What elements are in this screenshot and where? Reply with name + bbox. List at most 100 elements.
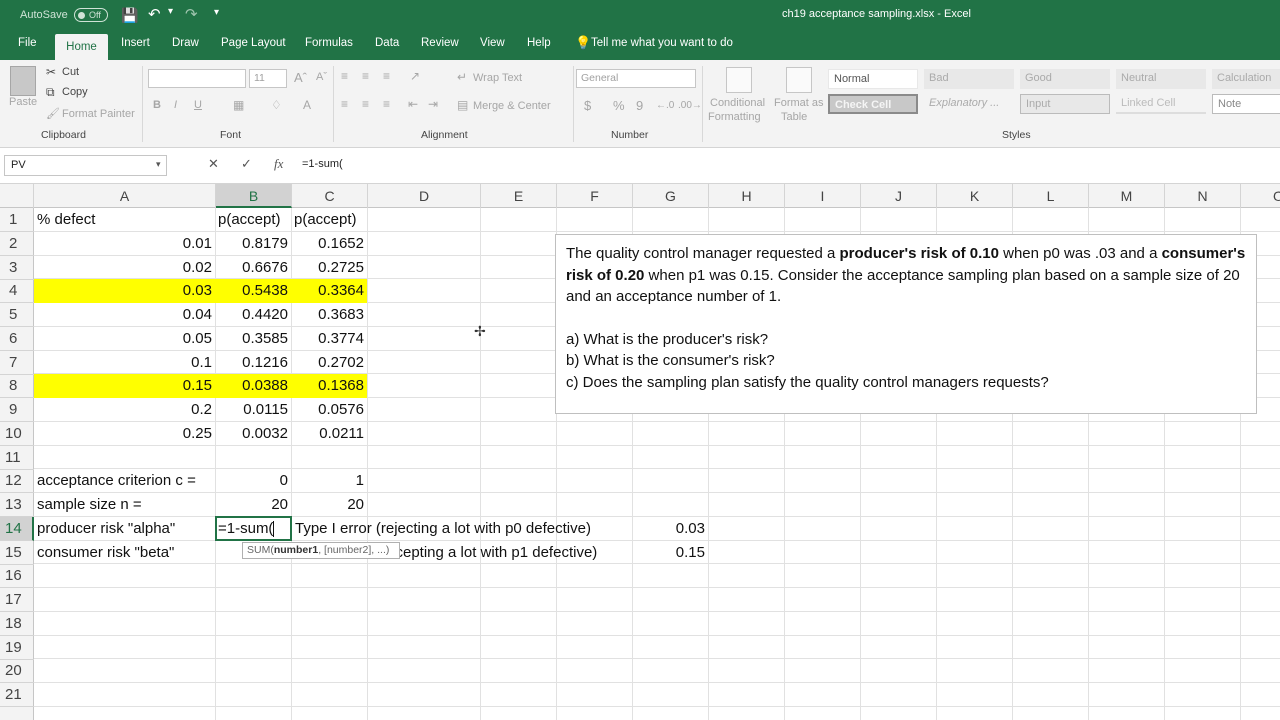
align-middle-icon[interactable]: ≡ [362, 69, 369, 83]
comma-button[interactable]: 9 [636, 98, 643, 113]
column-header-j[interactable]: J [861, 184, 937, 208]
cell-b10[interactable]: 0.0032 [215, 422, 291, 446]
column-header-c[interactable]: C [292, 184, 368, 208]
cell-a7[interactable]: 0.1 [34, 351, 215, 375]
row-header-13[interactable]: 13 [0, 493, 34, 517]
cell-c8[interactable]: 0.1368 [291, 374, 367, 398]
formula-input[interactable]: =1-sum( [302, 158, 343, 170]
column-header-a[interactable]: A [34, 184, 216, 208]
column-header-n[interactable]: N [1165, 184, 1241, 208]
row-header-4[interactable]: 4 [0, 279, 34, 303]
cell-a13[interactable]: sample size n = [34, 493, 215, 517]
column-header-i[interactable]: I [785, 184, 861, 208]
style-note[interactable]: Note [1212, 94, 1280, 114]
decrease-indent-icon[interactable]: ⇤ [408, 97, 418, 111]
borders-icon[interactable]: ▦ [233, 98, 244, 112]
tab-draw[interactable]: Draw [172, 37, 199, 49]
tab-file[interactable]: File [18, 37, 37, 49]
row-header-11[interactable]: 11 [0, 446, 34, 470]
underline-button[interactable]: U [194, 99, 202, 111]
column-header-d[interactable]: D [368, 184, 481, 208]
cell-c2[interactable]: 0.1652 [291, 232, 367, 256]
percent-button[interactable]: % [613, 98, 625, 113]
problem-text-box[interactable]: The quality control manager requested a … [555, 234, 1257, 414]
paste-button[interactable]: Paste [9, 96, 37, 108]
format-painter-button[interactable]: Format Painter [62, 108, 135, 120]
row-header-3[interactable]: 3 [0, 256, 34, 280]
number-format-combo[interactable]: General [576, 69, 696, 88]
row-header-14[interactable]: 14 [0, 517, 34, 541]
paste-icon[interactable] [10, 66, 36, 96]
tab-formulas[interactable]: Formulas [305, 37, 353, 49]
cell-a10[interactable]: 0.25 [34, 422, 215, 446]
style-bad[interactable]: Bad [924, 69, 1014, 89]
worksheet-grid[interactable]: % defect p(accept) p(accept) 0.01 0.8179… [34, 208, 1280, 720]
style-good[interactable]: Good [1020, 69, 1110, 89]
cell-g14[interactable]: 0.03 [632, 517, 708, 541]
undo-icon[interactable]: ↶ [148, 5, 161, 23]
cell-a2[interactable]: 0.01 [34, 232, 215, 256]
cell-a14[interactable]: producer risk "alpha" [34, 517, 215, 541]
style-calculation[interactable]: Calculation [1212, 69, 1280, 89]
wrap-text-button[interactable]: Wrap Text [473, 72, 522, 84]
style-linked-cell[interactable]: Linked Cell [1116, 94, 1206, 114]
orientation-icon[interactable]: ↗ [410, 69, 420, 83]
cell-b7[interactable]: 0.1216 [215, 351, 291, 375]
insert-function-icon[interactable]: fx [274, 156, 283, 172]
cell-c1[interactable]: p(accept) [291, 208, 367, 232]
tab-review[interactable]: Review [421, 37, 459, 49]
align-left-icon[interactable]: ≡ [341, 97, 348, 111]
tab-home[interactable]: Home [55, 34, 108, 60]
row-header-2[interactable]: 2 [0, 232, 34, 256]
cell-c4[interactable]: 0.3364 [291, 279, 367, 303]
fill-color-icon[interactable]: ♢ [271, 98, 282, 112]
formatting-label[interactable]: Formatting [708, 111, 761, 123]
merge-center-button[interactable]: Merge & Center [473, 100, 551, 112]
row-header-19[interactable]: 19 [0, 636, 34, 660]
conditional-label[interactable]: Conditional [710, 97, 765, 109]
tab-page-layout[interactable]: Page Layout [221, 37, 286, 49]
increase-decimal-icon[interactable]: ←.0 [656, 100, 674, 111]
row-header-5[interactable]: 5 [0, 303, 34, 327]
cell-b1[interactable]: p(accept) [215, 208, 291, 232]
column-header-f[interactable]: F [557, 184, 633, 208]
row-header-10[interactable]: 10 [0, 422, 34, 446]
cell-c5[interactable]: 0.3683 [291, 303, 367, 327]
undo-dropdown-icon[interactable]: ▾ [168, 6, 173, 17]
cell-c15[interactable]: ccepting a lot with p1 defective) [385, 541, 645, 565]
cell-a1[interactable]: % defect [34, 208, 215, 232]
cell-c7[interactable]: 0.2702 [291, 351, 367, 375]
cell-c9[interactable]: 0.0576 [291, 398, 367, 422]
copy-button[interactable]: Copy [62, 86, 88, 98]
column-header-k[interactable]: K [937, 184, 1013, 208]
cell-b13[interactable]: 20 [215, 493, 291, 517]
align-bottom-icon[interactable]: ≡ [383, 69, 390, 83]
cut-button[interactable]: Cut [62, 66, 79, 78]
row-header-12[interactable]: 12 [0, 469, 34, 493]
name-box[interactable]: PV [4, 155, 167, 176]
row-header-6[interactable]: 6 [0, 327, 34, 351]
italic-button[interactable]: I [174, 99, 177, 111]
grow-font-icon[interactable]: Aˆ [294, 70, 307, 85]
align-right-icon[interactable]: ≡ [383, 97, 390, 111]
tell-me-search[interactable]: Tell me what you want to do [591, 37, 733, 49]
format-as-label[interactable]: Format as [774, 97, 824, 109]
bold-button[interactable]: B [153, 99, 161, 111]
conditional-formatting-icon[interactable] [726, 67, 752, 93]
shrink-font-icon[interactable]: Aˇ [316, 71, 327, 83]
increase-indent-icon[interactable]: ⇥ [428, 97, 438, 111]
cell-c14[interactable]: Type I error (rejecting a lot with p0 de… [292, 517, 682, 541]
row-header-9[interactable]: 9 [0, 398, 34, 422]
style-normal[interactable]: Normal [828, 69, 918, 89]
row-header-1[interactable]: 1 [0, 208, 34, 232]
cell-a15[interactable]: consumer risk "beta" [34, 541, 215, 565]
font-size-combo[interactable]: 11 [249, 69, 287, 88]
font-name-combo[interactable] [148, 69, 246, 88]
cell-b2[interactable]: 0.8179 [215, 232, 291, 256]
autosave-toggle[interactable]: Off [74, 8, 108, 22]
row-header-16[interactable]: 16 [0, 564, 34, 588]
style-neutral[interactable]: Neutral [1116, 69, 1206, 89]
cell-c13[interactable]: 20 [291, 493, 367, 517]
cell-c12[interactable]: 1 [291, 469, 367, 493]
column-header-o[interactable]: O [1241, 184, 1280, 208]
